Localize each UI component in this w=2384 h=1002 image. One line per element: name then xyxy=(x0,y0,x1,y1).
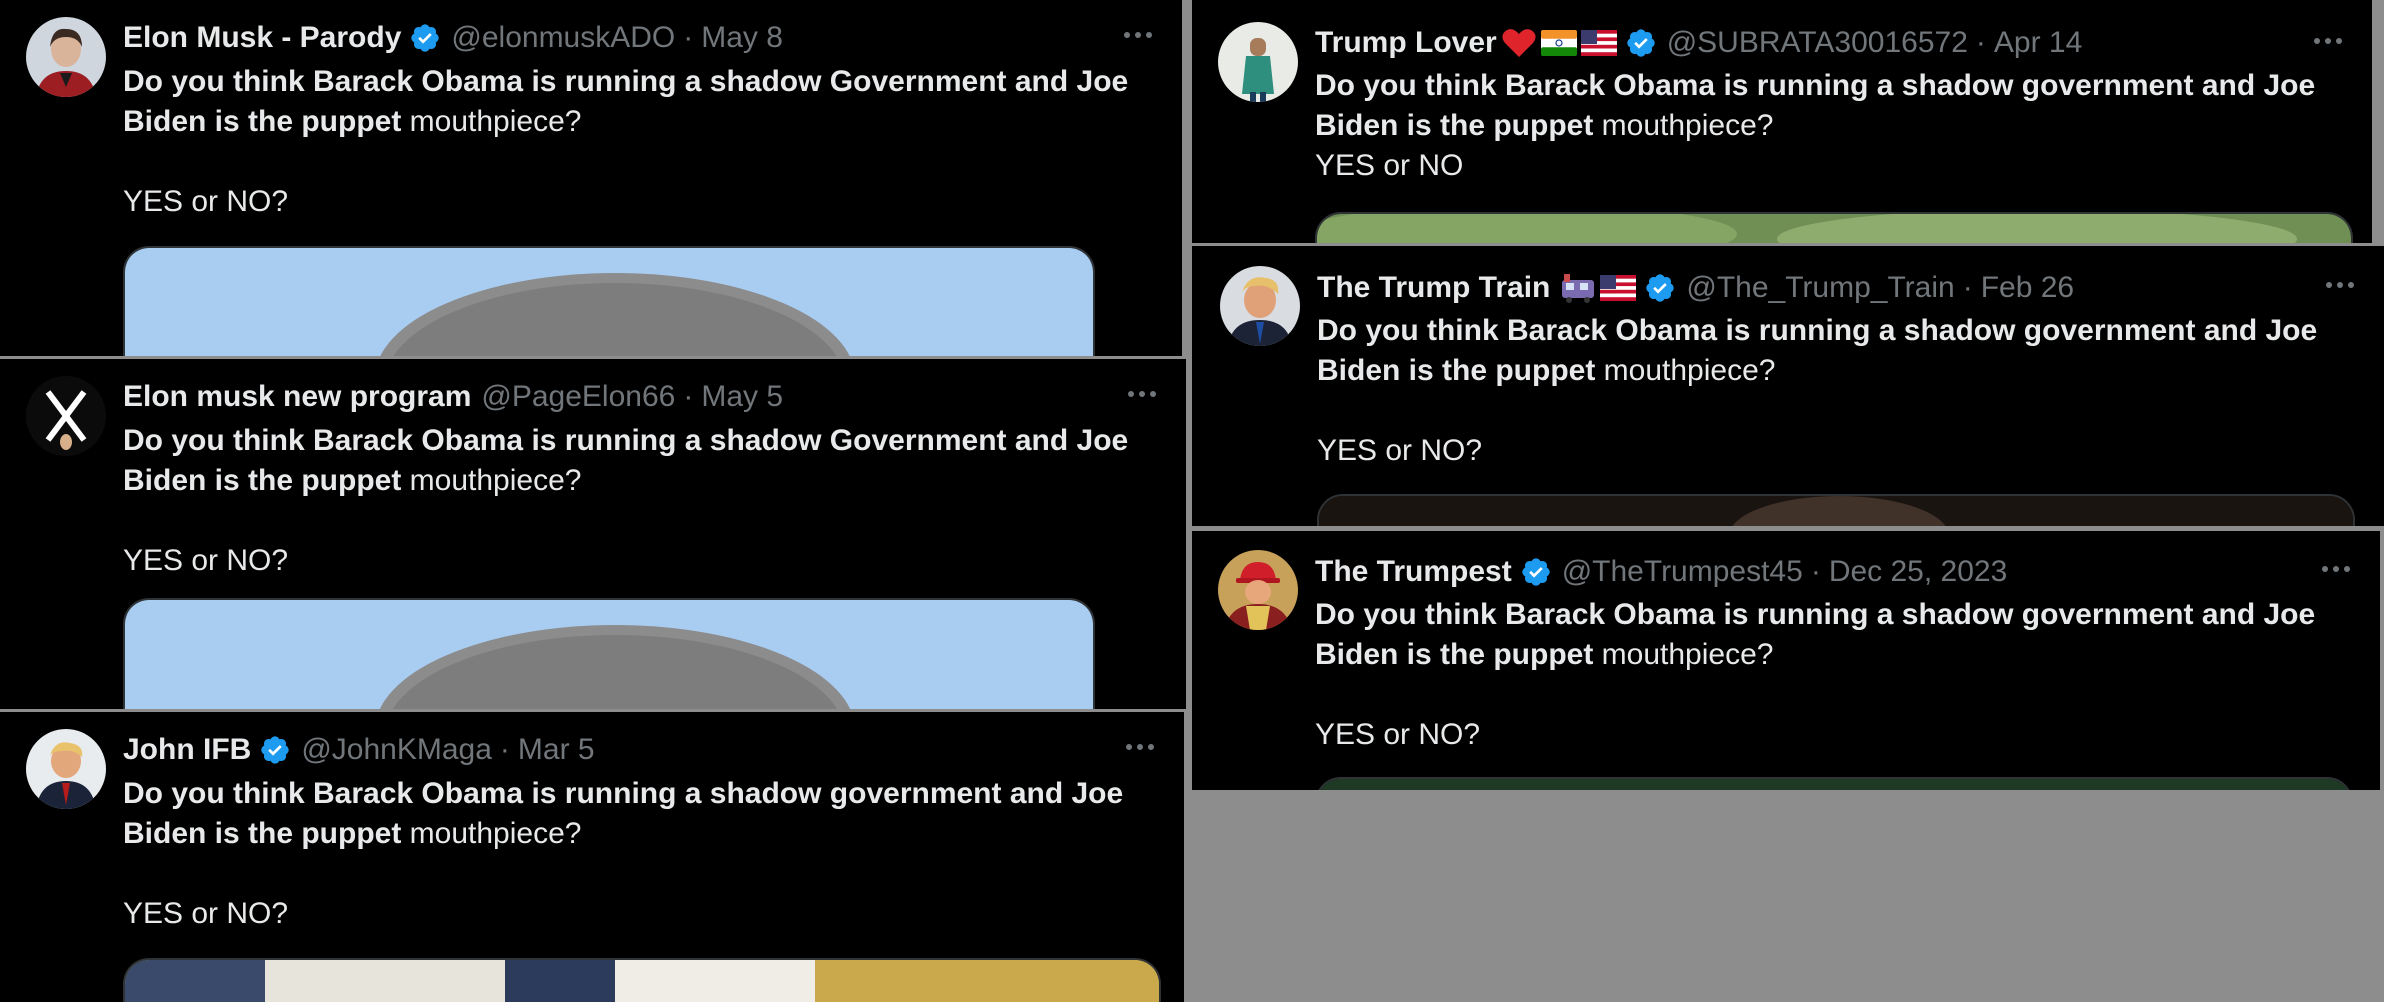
verified-badge-icon xyxy=(259,734,291,766)
tweet-text: Do you think Barack Obama is running a s… xyxy=(123,62,1142,222)
tweet-text-rest: mouthpiece? xyxy=(401,464,582,497)
separator: · xyxy=(1962,271,1973,304)
author-name[interactable]: The Trump Train xyxy=(1317,271,1550,305)
tweet-date[interactable]: May 8 xyxy=(701,21,783,55)
avatar[interactable] xyxy=(26,17,106,97)
avatar[interactable] xyxy=(26,376,106,456)
tweet-text-bold: Do you think Barack Obama is running a s… xyxy=(1317,314,2318,387)
tweet-text-question: YES or NO? xyxy=(1317,434,1483,467)
author-name[interactable]: Elon musk new program xyxy=(123,380,471,414)
tweet-date[interactable]: Feb 26 xyxy=(1981,271,2074,305)
author-handle[interactable]: @JohnKMaga xyxy=(301,733,492,767)
verified-badge-icon xyxy=(1644,272,1676,304)
more-horizontal-icon[interactable] xyxy=(1122,379,1162,409)
tweet-date[interactable]: Mar 5 xyxy=(518,733,595,767)
tweet-text-question: YES or NO? xyxy=(1315,718,1481,751)
author-handle[interactable]: @elonmuskADO xyxy=(451,21,675,55)
tweet-card[interactable]: Elon Musk - Parody @elonmuskADO · May 8 … xyxy=(0,0,1182,356)
tweet-media[interactable] xyxy=(1315,212,2353,243)
tweet-text-bold: Do you think Barack Obama is running a s… xyxy=(123,65,1129,138)
tweet-media[interactable] xyxy=(1317,494,2355,526)
author-name[interactable]: Elon Musk - Parody xyxy=(123,21,401,55)
avatar[interactable] xyxy=(26,729,106,809)
tweet-text-rest: mouthpiece? xyxy=(1593,638,1774,671)
author-handle[interactable]: @The_Trump_Train xyxy=(1686,271,1954,305)
more-horizontal-icon[interactable] xyxy=(2308,26,2348,56)
separator: · xyxy=(683,21,694,54)
verified-badge-icon xyxy=(409,22,441,54)
separator: · xyxy=(1975,26,1986,59)
tweet-media[interactable] xyxy=(123,246,1095,356)
tweet-text-rest: mouthpiece? xyxy=(1593,109,1774,142)
author-handle[interactable]: @TheTrumpest45 xyxy=(1562,555,1803,589)
train-emoji-icon xyxy=(1560,272,1596,304)
more-horizontal-icon[interactable] xyxy=(1120,732,1160,762)
tweet-media[interactable] xyxy=(1315,777,2353,790)
tweet-media[interactable] xyxy=(123,958,1161,1002)
tweet-card[interactable]: John IFB @JohnKMaga · Mar 5 Do you think… xyxy=(0,712,1184,1002)
author-handle[interactable]: @SUBRATA30016572 xyxy=(1667,26,1968,60)
tweet-card[interactable]: Elon musk new program @PageElon66 · May … xyxy=(0,359,1186,709)
author-name[interactable]: The Trumpest xyxy=(1315,555,1512,589)
tweet-text: Do you think Barack Obama is running a s… xyxy=(1315,595,2340,755)
us-flag-icon xyxy=(1600,275,1637,301)
tweet-text-question: YES or NO? xyxy=(123,185,289,218)
verified-badge-icon xyxy=(1625,27,1657,59)
separator: · xyxy=(1810,555,1821,588)
tweet-text: Do you think Barack Obama is running a s… xyxy=(123,774,1144,934)
author-name[interactable]: John IFB xyxy=(123,733,251,767)
tweet-text-rest: mouthpiece? xyxy=(401,817,582,850)
tweet-text-bold: Do you think Barack Obama is running a s… xyxy=(1315,69,2316,142)
tweet-date[interactable]: Dec 25, 2023 xyxy=(1829,555,2007,589)
verified-badge-icon xyxy=(1520,556,1552,588)
tweet-text-rest: mouthpiece? xyxy=(1595,354,1776,387)
more-horizontal-icon[interactable] xyxy=(2320,270,2360,300)
tweet-date[interactable]: Apr 14 xyxy=(1994,26,2082,60)
tweet-text-bold: Do you think Barack Obama is running a s… xyxy=(123,777,1124,850)
tweet-text-question: YES or NO xyxy=(1315,149,1464,182)
author-handle[interactable]: @PageElon66 xyxy=(481,380,675,414)
tweet-card[interactable]: The Trump Train @The_Trump_Train · Feb 2… xyxy=(1192,246,2384,526)
tweet-text: Do you think Barack Obama is running a s… xyxy=(1317,311,2344,471)
tweet-media[interactable] xyxy=(123,598,1095,709)
more-horizontal-icon[interactable] xyxy=(1118,20,1158,50)
tweet-date[interactable]: May 5 xyxy=(701,380,783,414)
tweet-text: Do you think Barack Obama is running a s… xyxy=(1315,66,2332,186)
separator: · xyxy=(683,380,694,413)
india-flag-icon xyxy=(1540,30,1577,56)
avatar[interactable] xyxy=(1218,550,1298,630)
tweet-text-question: YES or NO? xyxy=(123,897,289,930)
avatar[interactable] xyxy=(1220,266,1300,346)
tweet-text-rest: mouthpiece? xyxy=(401,105,582,138)
more-horizontal-icon[interactable] xyxy=(2316,554,2356,584)
tweet-text-bold: Do you think Barack Obama is running a s… xyxy=(1315,598,2316,671)
separator: · xyxy=(499,733,510,766)
tweet-card[interactable]: Trump Lover @SUBRATA30016572 · Apr 14 Do… xyxy=(1192,0,2372,243)
tweet-text-bold: Do you think Barack Obama is running a s… xyxy=(123,424,1129,497)
heart-emoji-icon xyxy=(1501,27,1537,59)
tweet-text: Do you think Barack Obama is running a s… xyxy=(123,421,1146,581)
author-name[interactable]: Trump Lover xyxy=(1315,26,1497,60)
tweet-text-question: YES or NO? xyxy=(123,544,289,577)
us-flag-icon xyxy=(1580,30,1617,56)
tweet-card[interactable]: The Trumpest @TheTrumpest45 · Dec 25, 20… xyxy=(1192,531,2380,790)
avatar[interactable] xyxy=(1218,22,1298,102)
